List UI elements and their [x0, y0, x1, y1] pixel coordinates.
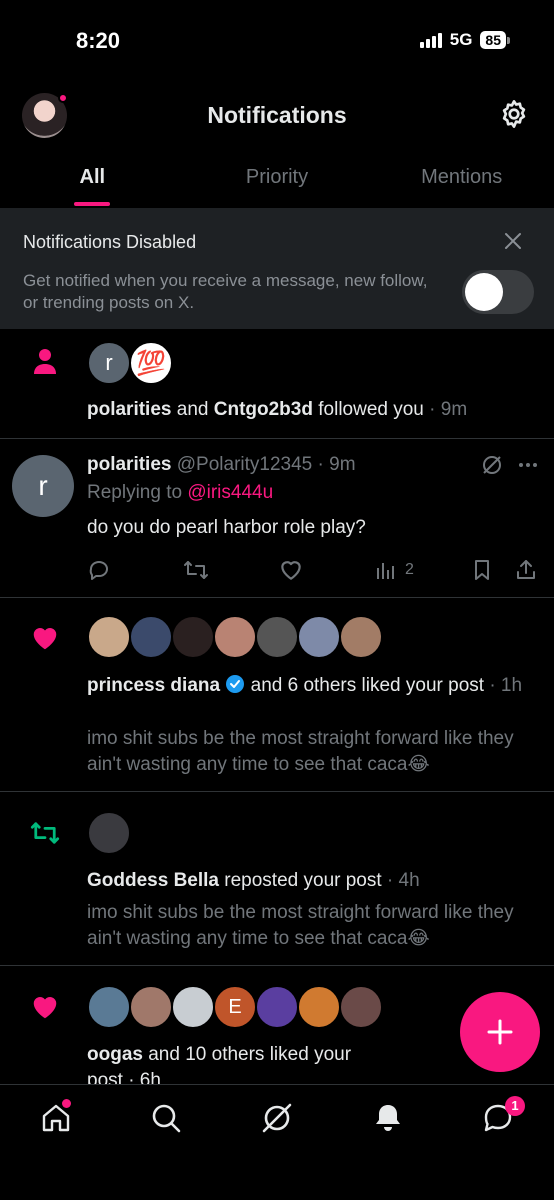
- notification-repost[interactable]: Goddess Bella reposted your post · 4h im…: [0, 792, 554, 966]
- signal-icon: [419, 32, 442, 48]
- reply-text: do you do pearl harbor role play?: [87, 517, 366, 538]
- reposted-post-text: imo shit subs be the most straight forwa…: [87, 902, 514, 949]
- reply-icon[interactable]: [87, 557, 111, 583]
- reposter-name[interactable]: Goddess Bella: [87, 870, 219, 891]
- timestamp: · 9m: [317, 454, 356, 475]
- avatar-letter: r: [38, 470, 48, 501]
- liker-avatar[interactable]: [171, 615, 215, 659]
- bottom-navigation: 1: [0, 1084, 554, 1200]
- repost-icon: [30, 822, 60, 844]
- search-icon[interactable]: [149, 1101, 183, 1135]
- reply-header: polarities @Polarity12345 · 9m: [87, 452, 356, 478]
- repost-action: reposted your post: [219, 870, 382, 891]
- liker-avatar[interactable]: [297, 985, 341, 1029]
- notifications-toggle[interactable]: [462, 270, 534, 314]
- liker-avatar[interactable]: [87, 985, 131, 1029]
- repost-icon[interactable]: [183, 557, 209, 583]
- like-action: and 6 others liked your post: [245, 675, 485, 696]
- verified-badge-icon: [226, 675, 245, 693]
- reposter-avatar[interactable]: [87, 811, 131, 855]
- heart-icon: [33, 997, 57, 1019]
- settings-gear-icon[interactable]: [498, 98, 530, 130]
- grok-icon[interactable]: [260, 1101, 294, 1135]
- liker-name[interactable]: oogas: [87, 1044, 143, 1065]
- default-avatar-icon[interactable]: [171, 985, 215, 1029]
- tab-mentions[interactable]: Mentions: [369, 150, 554, 208]
- replying-to-handle[interactable]: @iris444u: [187, 482, 273, 503]
- status-time: 8:20: [76, 28, 121, 53]
- like-icon[interactable]: [278, 557, 304, 583]
- liker-avatar[interactable]: [129, 985, 173, 1029]
- liker-avatar[interactable]: [339, 615, 383, 659]
- person-icon: [34, 349, 56, 374]
- like-text: princess diana and 6 others liked your p…: [87, 673, 542, 699]
- liker-avatar[interactable]: [255, 615, 299, 659]
- liker-avatar[interactable]: [129, 615, 173, 659]
- follower-avatar[interactable]: r: [87, 341, 131, 385]
- status-bar: 8:20 5G 85: [0, 0, 554, 80]
- notification-tabs: All Priority Mentions: [0, 150, 554, 208]
- notification-reply[interactable]: r polarities @Polarity12345 · 9m Replyin…: [0, 439, 554, 598]
- like-text: oogas and 10 others liked your: [87, 1042, 417, 1068]
- share-icon[interactable]: [514, 557, 538, 583]
- app-header: Notifications: [0, 86, 554, 142]
- notification-follow[interactable]: r 💯 polarities and Cntgo2b3d followed yo…: [0, 329, 554, 439]
- close-icon[interactable]: [502, 230, 524, 252]
- banner-text: Get notified when you receive a message,…: [23, 271, 428, 312]
- follower-name-2[interactable]: Cntgo2b3d: [214, 399, 313, 420]
- like-action: and 10 others liked your: [142, 1044, 352, 1065]
- tweet-actions: 2: [87, 557, 542, 583]
- grok-icon[interactable]: [480, 453, 504, 477]
- notifications-bell-icon[interactable]: [371, 1101, 405, 1135]
- views-icon: [377, 563, 394, 579]
- compose-button[interactable]: [460, 992, 540, 1072]
- avatar-letter: r: [105, 350, 113, 375]
- page-title: Notifications: [207, 102, 347, 128]
- replying-to: Replying to @iris444u: [87, 480, 273, 506]
- notifications-disabled-banner: Notifications Disabled Get notified when…: [0, 208, 554, 329]
- avatar-letter: E: [228, 995, 242, 1018]
- status-indicators: 5G 85: [419, 30, 510, 50]
- messages-badge: 1: [505, 1096, 525, 1116]
- liker-name[interactable]: princess diana: [87, 675, 220, 696]
- notification-like[interactable]: princess diana and 6 others liked your p…: [0, 598, 554, 792]
- follow-text: polarities and Cntgo2b3d followed you · …: [87, 397, 467, 423]
- banner-title: Notifications Disabled: [23, 232, 197, 252]
- battery-level: 85: [480, 31, 506, 49]
- replier-name[interactable]: polarities: [87, 454, 171, 475]
- liker-avatar[interactable]: [255, 985, 299, 1029]
- plus-icon: [487, 1019, 513, 1045]
- follower-avatar-emoji[interactable]: 💯: [129, 341, 173, 385]
- liker-avatar[interactable]: [213, 615, 257, 659]
- timestamp: · 4h: [381, 870, 420, 891]
- home-badge-dot: [62, 1099, 71, 1108]
- liker-avatar[interactable]: [297, 615, 341, 659]
- heart-icon: [33, 628, 57, 650]
- more-options-icon[interactable]: [516, 453, 540, 477]
- timestamp: · 9m: [423, 399, 468, 420]
- replying-to-label: Replying to: [87, 482, 188, 503]
- replier-avatar[interactable]: r: [12, 455, 74, 517]
- bookmark-icon[interactable]: [470, 557, 494, 583]
- battery-icon: 85: [480, 31, 510, 49]
- toggle-knob: [465, 273, 503, 311]
- liker-avatar[interactable]: E: [213, 985, 257, 1029]
- views-count: 2: [405, 561, 414, 578]
- tab-all[interactable]: All: [0, 150, 185, 208]
- views[interactable]: 2: [375, 557, 414, 583]
- liker-avatar[interactable]: [87, 615, 131, 659]
- follow-action: followed you: [312, 399, 424, 420]
- conjunction: and: [171, 399, 214, 420]
- network-type: 5G: [449, 30, 473, 49]
- repost-text: Goddess Bella reposted your post · 4h: [87, 868, 420, 894]
- hundred-emoji-icon: 💯: [136, 349, 166, 377]
- like-text-continued: post · 6h: [87, 1070, 161, 1084]
- tab-priority[interactable]: Priority: [185, 150, 370, 208]
- replier-handle: @Polarity12345: [176, 454, 313, 475]
- follower-name[interactable]: polarities: [87, 399, 171, 420]
- liker-avatar[interactable]: [339, 985, 383, 1029]
- liked-post-text: imo shit subs be the most straight forwa…: [87, 728, 514, 775]
- timestamp: · 1h: [489, 675, 523, 696]
